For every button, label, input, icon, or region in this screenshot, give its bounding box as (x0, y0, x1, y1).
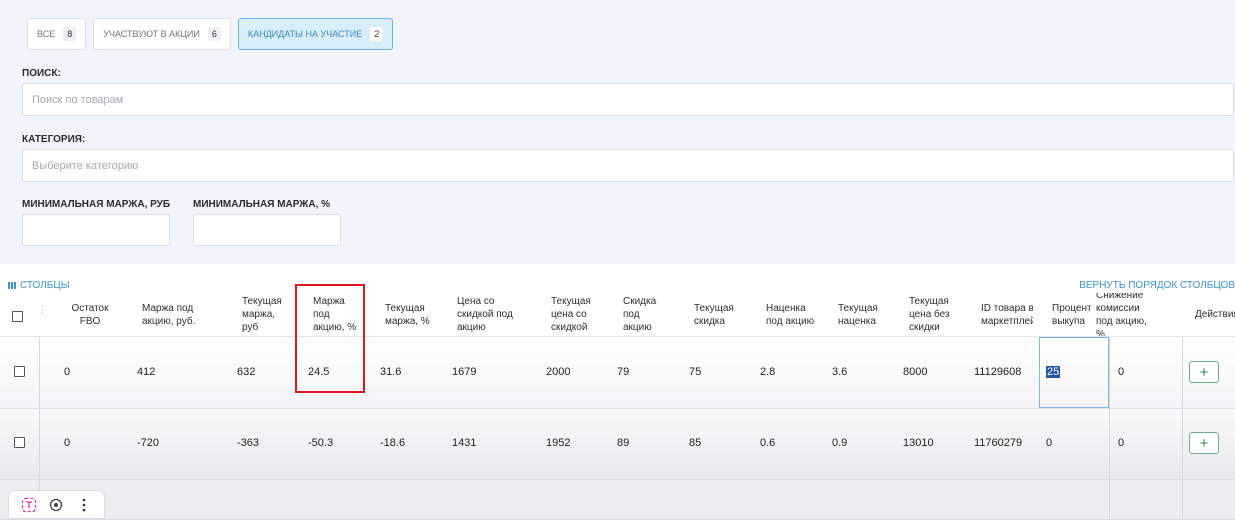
tab-count-badge: 6 (207, 27, 221, 41)
cell-promo-discount-price: 1679 (452, 366, 477, 378)
header-current-price-no-discount[interactable]: Текущая цена без скидки (909, 293, 961, 336)
text-select-icon[interactable] (19, 495, 39, 515)
header-stock-fbo[interactable]: Остаток FBO (60, 293, 120, 336)
reset-column-order-button[interactable]: ВЕРНУТЬ ПОРЯДОК СТОЛБЦОВ (1079, 280, 1235, 291)
tab-label: УЧАСТВУЮТ В АКЦИИ (103, 29, 200, 39)
tab-participating[interactable]: УЧАСТВУЮТ В АКЦИИ 6 (93, 18, 231, 50)
plus-icon: + (1199, 434, 1209, 452)
cell-promo-discount: 79 (617, 366, 630, 378)
column-drag-handle-icon[interactable]: ⋮ (38, 304, 47, 315)
cell-promo-discount-price: 1431 (452, 437, 477, 449)
header-commission-reduction[interactable]: Снижение комиссии под акцию, % (1096, 293, 1158, 336)
more-options-icon[interactable] (74, 495, 94, 515)
category-select[interactable]: Выберите категорию (22, 149, 1234, 182)
min-margin-rub-label: МИНИМАЛЬНАЯ МАРЖА, РУБ (22, 199, 171, 210)
min-margin-pct-label: МИНИМАЛЬНАЯ МАРЖА, % (193, 199, 331, 210)
cell-current-margin-rub: 632 (237, 366, 256, 378)
add-to-promo-button[interactable]: + (1189, 432, 1219, 454)
header-promo-discount-price[interactable]: Цена со скидкой под акцию (457, 293, 527, 336)
status-tabs: ВСЕ 8 УЧАСТВУЮТ В АКЦИИ 6 КАНДИДАТЫ НА У… (27, 18, 394, 50)
cell-buyout-percent[interactable]: 0 (1046, 437, 1052, 449)
header-current-discount[interactable]: Текущая скидка (694, 293, 744, 336)
table-row[interactable]: 0 -720 -363 -50.3 -18.6 1431 1952 89 85 … (0, 409, 1235, 480)
min-margin-pct-input[interactable] (193, 214, 341, 246)
cell-promo-margin-rub: 412 (137, 366, 156, 378)
cell-current-discount-price: 2000 (546, 366, 571, 378)
header-promo-discount[interactable]: Скидка под акцию (623, 293, 669, 336)
cell-promo-markup: 2.8 (760, 366, 776, 378)
header-promo-markup[interactable]: Наценка под акцию (766, 293, 816, 336)
columns-label: СТОЛБЦЫ (20, 280, 70, 291)
header-current-margin-pct[interactable]: Текущая маржа, % (385, 293, 440, 336)
tab-label: ВСЕ (37, 29, 56, 39)
add-to-promo-button[interactable]: + (1189, 361, 1219, 383)
cell-current-price-no-discount: 13010 (903, 437, 934, 449)
tab-candidates[interactable]: КАНДИДАТЫ НА УЧАСТИЕ 2 (237, 18, 394, 50)
search-input[interactable]: Поиск по товарам (22, 83, 1234, 116)
header-current-discount-price[interactable]: Текущая цена со скидкой (551, 293, 601, 336)
tab-count-badge: 2 (370, 27, 384, 41)
row-checkbox[interactable] (14, 366, 25, 377)
floating-toolbar (8, 490, 105, 519)
filter-panel: ВСЕ 8 УЧАСТВУЮТ В АКЦИИ 6 КАНДИДАТЫ НА У… (0, 0, 1235, 264)
cell-current-discount-price: 1952 (546, 437, 571, 449)
header-current-margin-rub[interactable]: Текущая маржа, руб (242, 293, 292, 336)
table-row (0, 480, 1235, 520)
cell-current-markup: 0.9 (832, 437, 848, 449)
cell-current-margin-rub: -363 (237, 437, 260, 449)
cell-current-margin-pct: 31.6 (380, 366, 402, 378)
cell-current-markup: 3.6 (832, 366, 848, 378)
cell-stock-fbo: 0 (64, 437, 71, 449)
tab-all[interactable]: ВСЕ 8 (27, 18, 87, 50)
cell-promo-margin-rub: -720 (137, 437, 160, 449)
active-cell-outline (1039, 337, 1109, 408)
column-divider (1182, 337, 1183, 519)
cell-promo-markup: 0.6 (760, 437, 776, 449)
lens-icon[interactable] (46, 495, 66, 515)
row-checkbox[interactable] (14, 437, 25, 448)
columns-button[interactable]: СТОЛБЦЫ (8, 280, 70, 291)
cell-current-price-no-discount: 8000 (903, 366, 928, 378)
header-buyout-percent[interactable]: Процент выкупа (1052, 293, 1100, 336)
header-actions: Действия (1195, 309, 1235, 320)
min-margin-rub-input[interactable] (22, 214, 170, 246)
header-promo-margin-rub[interactable]: Маржа под акцию, руб. (142, 293, 222, 336)
cell-current-discount: 85 (689, 437, 702, 449)
column-highlight-annotation (295, 284, 365, 393)
cell-promo-discount: 89 (617, 437, 630, 449)
tab-label: КАНДИДАТЫ НА УЧАСТИЕ (247, 29, 363, 39)
cell-current-discount: 75 (689, 366, 702, 378)
cell-marketplace-product-id: 11760279 (974, 437, 1023, 449)
cell-stock-fbo: 0 (64, 366, 71, 378)
cell-marketplace-product-id: 11129608 (974, 366, 1022, 378)
column-divider (1109, 337, 1110, 519)
select-all-checkbox[interactable] (12, 311, 23, 322)
cell-commission-reduction: 0 (1118, 366, 1125, 378)
cell-promo-margin-pct: -50.3 (308, 437, 334, 449)
header-current-markup[interactable]: Текущая наценка (838, 293, 888, 336)
search-label: ПОИСК: (22, 68, 61, 79)
table-header: ⋮ Остаток FBO Маржа под акцию, руб. Теку… (0, 293, 1235, 337)
tab-count-badge: 8 (63, 27, 77, 41)
plus-icon: + (1199, 363, 1209, 381)
cell-commission-reduction: 0 (1118, 437, 1125, 449)
category-label: КАТЕГОРИЯ: (22, 134, 86, 145)
columns-icon (8, 282, 16, 289)
cell-current-margin-pct: -18.6 (380, 437, 406, 449)
header-marketplace-product-id[interactable]: ID товара в маркетплейсе (981, 293, 1033, 336)
